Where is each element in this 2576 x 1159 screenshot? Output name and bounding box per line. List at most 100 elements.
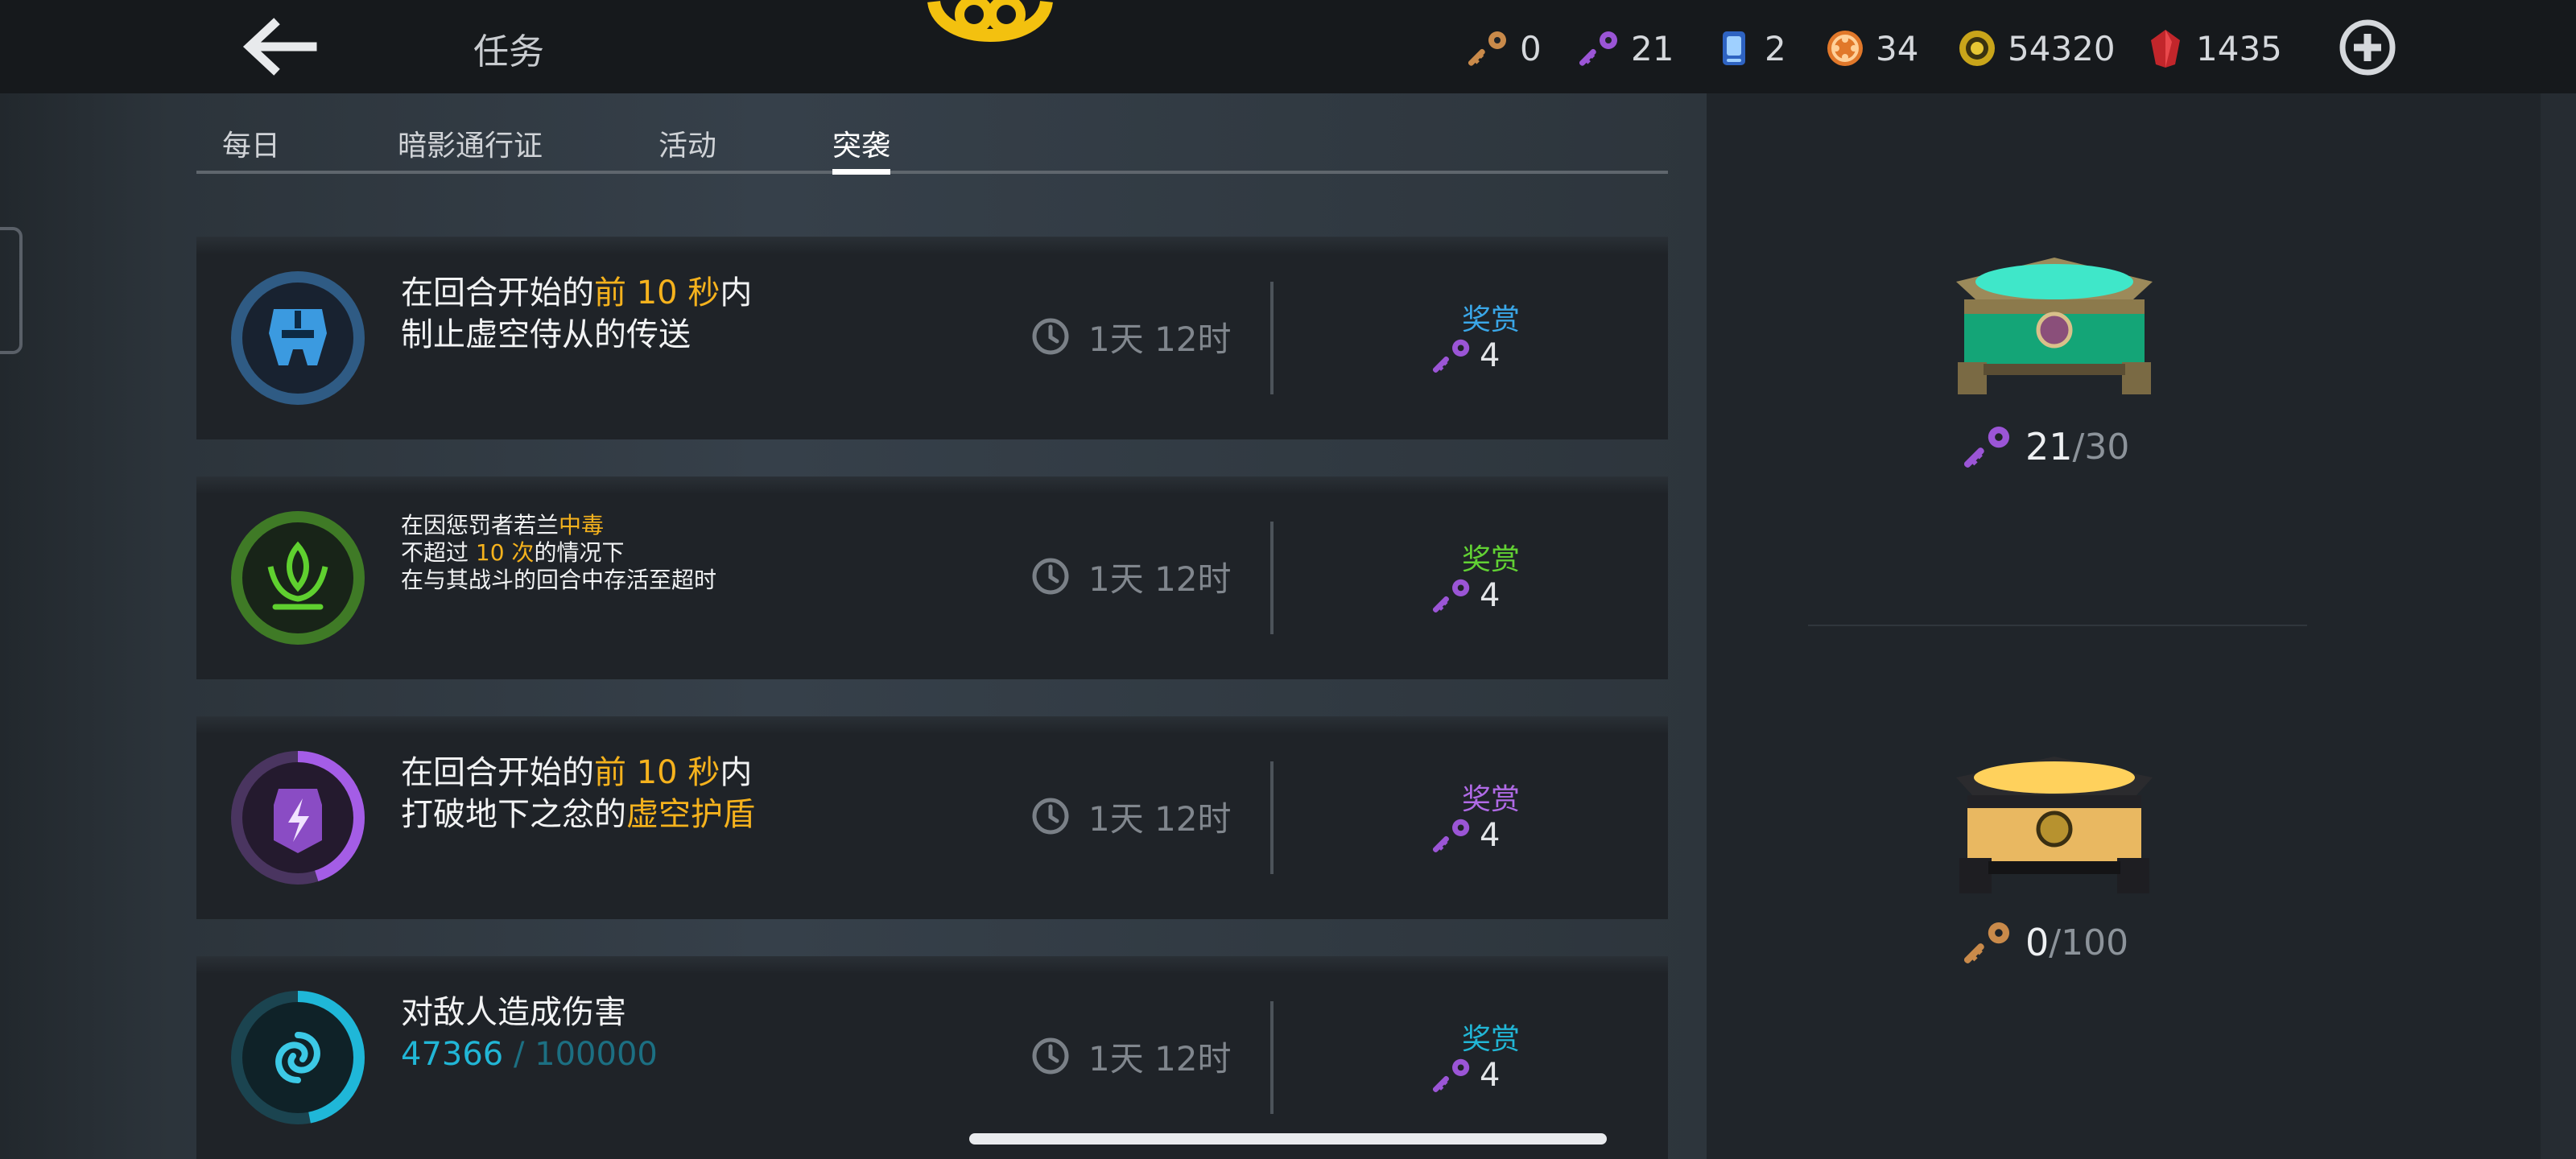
timer-text: 1天 12时: [1088, 798, 1232, 839]
home-indicator[interactable]: [969, 1133, 1607, 1145]
quest-timer: 1天 12时: [1030, 312, 1232, 361]
tab-shadow-pass[interactable]: 暗影通行证: [398, 122, 543, 164]
progress-max: 100000: [535, 1036, 658, 1073]
quest-line-1: 在回合开始的前 10 秒内: [401, 272, 752, 314]
currency-value: 34: [1876, 28, 1919, 68]
currency-bar: 0 21 2 34 54320 1435: [0, 18, 2576, 79]
quest-description: 在因惩罚者若兰中毒 不超过 10 次的情况下 在与其战斗的回合中存活至超时: [401, 512, 716, 594]
reward-amount: 4: [1480, 1057, 1501, 1094]
card-divider: [1270, 282, 1274, 394]
reward-label: 奖赏: [1461, 783, 1520, 816]
quest-line-2: 制止虚空侍从的传送: [401, 314, 752, 356]
purple-key-icon: [1433, 815, 1473, 856]
quest-card[interactable]: 在回合开始的前 10 秒内 打破地下之忿的虚空护盾 1天 12时 奖赏 4: [196, 716, 1668, 919]
quest-highlight: 10 次: [475, 539, 535, 566]
currency-value: 54320: [2008, 28, 2116, 68]
quest-line-2: 打破地下之忿的虚空护盾: [401, 794, 755, 835]
green-chest-icon[interactable]: [1940, 250, 2169, 402]
chest-progress: 21 / 30: [1964, 419, 2129, 475]
reward-value: 4: [1433, 813, 1500, 858]
card-sheen: [196, 237, 1668, 254]
quest-description: 对敌人造成伤害 47366 / 100000: [401, 992, 658, 1075]
card-icon: [1723, 31, 1745, 65]
clock-icon: [1030, 556, 1071, 596]
bronze-key-icon: [1964, 918, 2014, 967]
quest-tabs: 每日 暗影通行证 活动 突袭: [196, 113, 1668, 175]
red-gem-icon: [2151, 30, 2180, 68]
currency-value: 0: [1520, 28, 1542, 68]
reward-label: 奖赏: [1461, 543, 1520, 576]
quest-text: 内: [720, 754, 753, 791]
add-currency-icon[interactable]: [2338, 18, 2397, 77]
orange-token-icon: [1827, 31, 1863, 66]
tab-raid[interactable]: 突袭: [832, 122, 890, 164]
quest-card[interactable]: 在回合开始的前 10 秒内 制止虚空侍从的传送 1天 12时 奖赏 4: [196, 237, 1668, 439]
quest-line-1: 在回合开始的前 10 秒内: [401, 752, 755, 794]
quest-card[interactable]: 对敌人造成伤害 47366 / 100000 1天 12时 奖赏 4: [196, 956, 1668, 1159]
quest-line-2: 不超过 10 次的情况下: [401, 539, 716, 567]
clock-icon: [1030, 796, 1071, 836]
quest-text: 在与其战斗的回合中存活至超时: [401, 567, 717, 593]
void-shield-icon: [231, 751, 365, 885]
currency-gold-coin: 54320: [1956, 24, 2116, 72]
quest-highlight: 虚空护盾: [626, 796, 755, 833]
timer-text: 1天 12时: [1088, 559, 1232, 599]
quest-line-3: 在与其战斗的回合中存活至超时: [401, 567, 716, 594]
reward-amount: 4: [1480, 817, 1501, 854]
card-sheen: [196, 716, 1668, 734]
quest-description: 在回合开始的前 10 秒内 打破地下之忿的虚空护盾: [401, 752, 755, 835]
quest-timer: 1天 12时: [1030, 552, 1232, 600]
card-divider: [1270, 1001, 1274, 1114]
vortex-icon: [231, 991, 365, 1124]
clock-icon: [1030, 316, 1071, 357]
card-divider: [1270, 522, 1274, 634]
chest-max: 100: [2061, 922, 2129, 963]
quest-text: 打破地下之忿的: [401, 796, 626, 833]
currency-card: 2: [1713, 24, 1786, 72]
purple-key-icon: [1433, 1055, 1473, 1095]
chest-separator: /: [2049, 922, 2062, 963]
panel-divider: [1808, 625, 2307, 626]
gold-chest-icon[interactable]: [1940, 749, 2169, 901]
quest-highlight: 前 10 秒: [594, 274, 720, 311]
purple-key-icon: [1433, 575, 1473, 616]
tab-events[interactable]: 活动: [658, 122, 716, 164]
clock-icon: [1030, 1036, 1071, 1076]
card-sheen: [196, 476, 1668, 494]
quest-timer: 1天 12时: [1030, 792, 1232, 840]
progress-separator: /: [503, 1036, 535, 1073]
bronze-key-icon: [1468, 27, 1510, 69]
quest-line-1: 对敌人造成伤害: [401, 992, 658, 1033]
tab-divider: [196, 171, 1668, 174]
currency-bronze-key: 0: [1468, 24, 1542, 72]
quest-text: 内: [720, 274, 753, 311]
tab-daily[interactable]: 每日: [222, 122, 280, 164]
quest-text: 制止虚空侍从的传送: [401, 316, 691, 353]
active-tab-indicator: [832, 169, 890, 175]
robot-mask-icon: [231, 271, 365, 405]
quest-highlight: 前 10 秒: [594, 754, 720, 791]
quest-progress: 47366 / 100000: [401, 1033, 658, 1075]
currency-red-gem: 1435: [2145, 24, 2282, 72]
chest-current: 21: [2025, 425, 2073, 468]
reward-label: 奖赏: [1461, 303, 1520, 336]
chest-separator: /: [2072, 426, 2085, 468]
side-drawer-handle[interactable]: [0, 227, 23, 354]
currency-value: 1435: [2196, 28, 2282, 68]
quest-text: 不超过: [401, 539, 476, 566]
timer-text: 1天 12时: [1088, 319, 1232, 359]
purple-key-icon: [1433, 336, 1473, 376]
quest-description: 在回合开始的前 10 秒内 制止虚空侍从的传送: [401, 272, 752, 356]
right-edge: [2541, 93, 2576, 1159]
card-sheen: [196, 956, 1668, 974]
quest-card[interactable]: 在因惩罚者若兰中毒 不超过 10 次的情况下 在与其战斗的回合中存活至超时 1天…: [196, 476, 1668, 679]
quest-text: 在回合开始的: [401, 754, 594, 791]
lotus-icon: [231, 511, 365, 645]
quest-highlight: 中毒: [559, 512, 605, 538]
currency-purple-key: 21: [1579, 24, 1674, 72]
top-bar: 任务 0 21 2 34 54320 1435: [0, 0, 2576, 93]
quest-text: 对敌人造成伤害: [401, 994, 626, 1031]
quest-text: 在回合开始的: [401, 274, 594, 311]
gold-coin-icon: [1959, 31, 1995, 66]
chest-progress: 0 / 100: [1964, 914, 2128, 971]
